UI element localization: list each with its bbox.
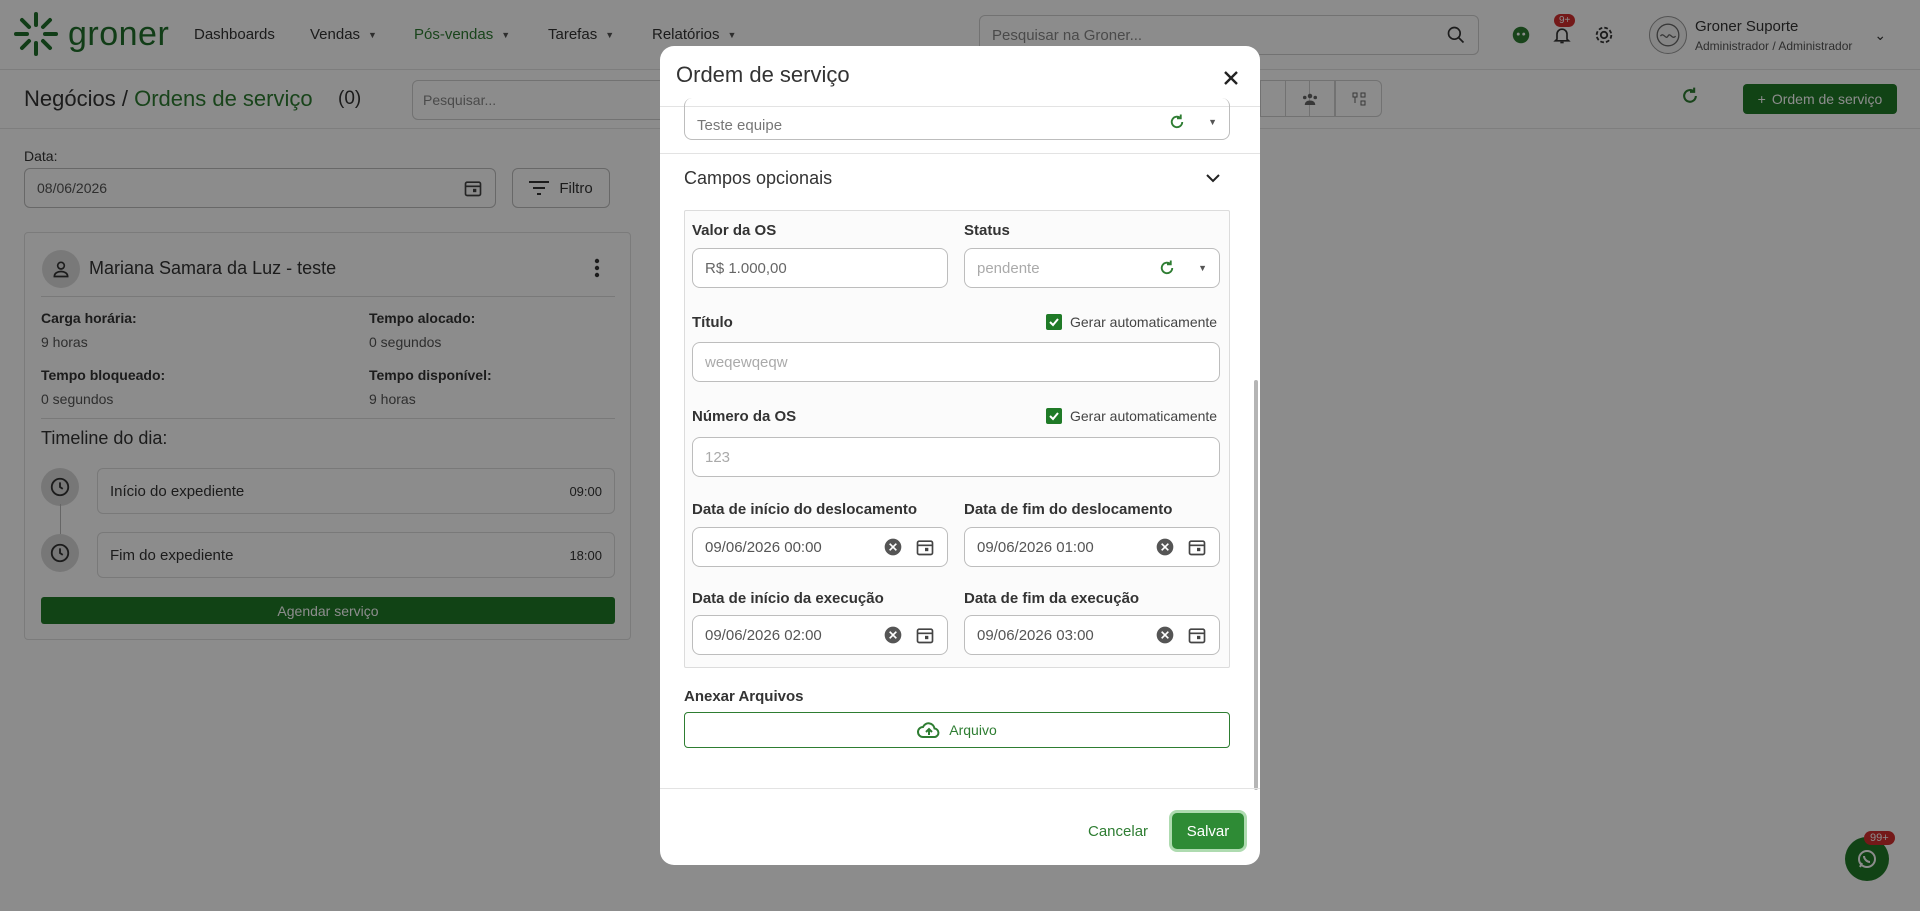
travel-end-label: Data de fim do deslocamento: [964, 501, 1173, 518]
clear-icon[interactable]: [1155, 625, 1175, 645]
save-button[interactable]: Salvar: [1172, 813, 1244, 849]
checkmark-icon: [1046, 314, 1062, 330]
checkmark-icon: [1046, 408, 1062, 424]
exec-start-input[interactable]: 09/06/2026 02:00: [692, 615, 948, 655]
service-order-modal: Ordem de serviço Teste equipe ▼ Campos o…: [660, 46, 1260, 865]
calendar-icon[interactable]: [915, 625, 935, 645]
travel-start-label: Data de início do deslocamento: [692, 501, 918, 518]
modal-scrollbar[interactable]: [1254, 380, 1258, 790]
clear-icon[interactable]: [883, 537, 903, 557]
calendar-icon[interactable]: [1187, 625, 1207, 645]
status-select[interactable]: pendente ▼: [964, 248, 1220, 288]
exec-end-label: Data de fim da execução: [964, 590, 1140, 607]
calendar-icon[interactable]: [1187, 537, 1207, 557]
auto-title-checkbox[interactable]: Gerar automaticamente: [1046, 314, 1217, 330]
travel-end-value: 09/06/2026 01:00: [977, 538, 1094, 556]
exec-start-value: 09/06/2026 02:00: [705, 626, 822, 644]
travel-start-value: 09/06/2026 00:00: [705, 538, 822, 556]
calendar-icon[interactable]: [915, 537, 935, 557]
section-divider: [660, 153, 1260, 154]
optional-fields-title[interactable]: Campos opcionais: [684, 168, 832, 189]
os-number-input[interactable]: 123: [692, 437, 1220, 477]
chevron-down-icon[interactable]: [1206, 170, 1220, 188]
caret-down-icon[interactable]: ▼: [1198, 263, 1207, 273]
auto-number-label: Gerar automaticamente: [1070, 408, 1218, 424]
caret-down-icon[interactable]: ▼: [1208, 117, 1217, 127]
exec-start-label: Data de início da execução: [692, 590, 884, 607]
travel-start-input[interactable]: 09/06/2026 00:00: [692, 527, 948, 567]
close-icon[interactable]: [1216, 63, 1246, 93]
os-value-input[interactable]: R$ 1.000,00: [692, 248, 948, 288]
status-label: Status: [964, 222, 1010, 239]
clear-icon[interactable]: [883, 625, 903, 645]
exec-end-value: 09/06/2026 03:00: [977, 626, 1094, 644]
modal-title: Ordem de serviço: [676, 62, 850, 87]
title-label: Título: [692, 314, 733, 331]
travel-end-input[interactable]: 09/06/2026 01:00: [964, 527, 1220, 567]
cloud-upload-icon: [917, 722, 940, 738]
exec-end-input[interactable]: 09/06/2026 03:00: [964, 615, 1220, 655]
auto-number-checkbox[interactable]: Gerar automaticamente: [1046, 408, 1217, 424]
os-number-label: Número da OS: [692, 408, 797, 425]
title-value: weqewqeqw: [705, 353, 788, 371]
os-value-label: Valor da OS: [692, 222, 777, 239]
auto-title-label: Gerar automaticamente: [1070, 314, 1218, 330]
attach-file-button[interactable]: Arquivo: [684, 712, 1230, 748]
refresh-icon[interactable]: [1168, 113, 1186, 131]
cancel-button[interactable]: Cancelar: [1088, 823, 1148, 840]
os-value: R$ 1.000,00: [705, 259, 787, 277]
team-value: Teste equipe: [697, 117, 783, 134]
status-value: pendente: [977, 259, 1040, 277]
attach-files-label: Anexar Arquivos: [684, 688, 804, 705]
clear-icon[interactable]: [1155, 537, 1175, 557]
modal-footer-divider: [660, 788, 1260, 789]
attach-file-label: Arquivo: [949, 722, 997, 738]
refresh-icon[interactable]: [1158, 259, 1176, 277]
os-number-value: 123: [705, 448, 731, 466]
title-input[interactable]: weqewqeqw: [692, 342, 1220, 382]
team-select[interactable]: Teste equipe ▼: [684, 98, 1230, 140]
